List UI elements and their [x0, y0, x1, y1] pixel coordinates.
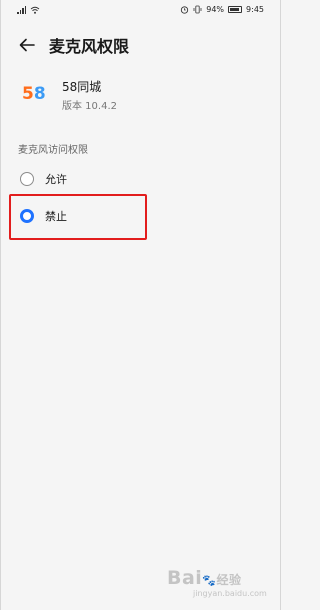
app-version: 版本 10.4.2 — [62, 101, 117, 112]
status-bar: 94% 9:45 — [0, 0, 281, 22]
watermark: Bai🐾经验 jingyan.baidu.com — [167, 567, 277, 599]
vibrate-icon — [193, 5, 202, 14]
page-title: 麦克风权限 — [49, 37, 130, 56]
option-allow-label: 允许 — [45, 173, 67, 186]
watermark-logo: Bai🐾经验 — [167, 567, 242, 589]
wifi-icon — [30, 6, 40, 14]
back-arrow-icon[interactable] — [18, 36, 36, 54]
frame-border-left — [0, 0, 1, 610]
status-time: 9:45 — [246, 5, 264, 14]
watermark-url: jingyan.baidu.com — [193, 589, 267, 598]
app-icon: 58 — [22, 84, 46, 104]
red-highlight-box — [9, 194, 147, 240]
radio-allow[interactable] — [20, 172, 34, 186]
battery-icon — [228, 6, 243, 13]
option-allow[interactable]: 允许 — [14, 166, 264, 192]
status-bar-right: 94% 9:45 — [180, 5, 264, 14]
frame-border-right — [280, 0, 281, 610]
app-name: 58同城 — [62, 80, 102, 94]
section-title: 麦克风访问权限 — [18, 145, 88, 156]
cell-signal-icon — [17, 6, 27, 14]
battery-percentage: 94% — [206, 5, 225, 14]
status-bar-left — [17, 6, 40, 14]
alarm-icon — [181, 6, 189, 14]
